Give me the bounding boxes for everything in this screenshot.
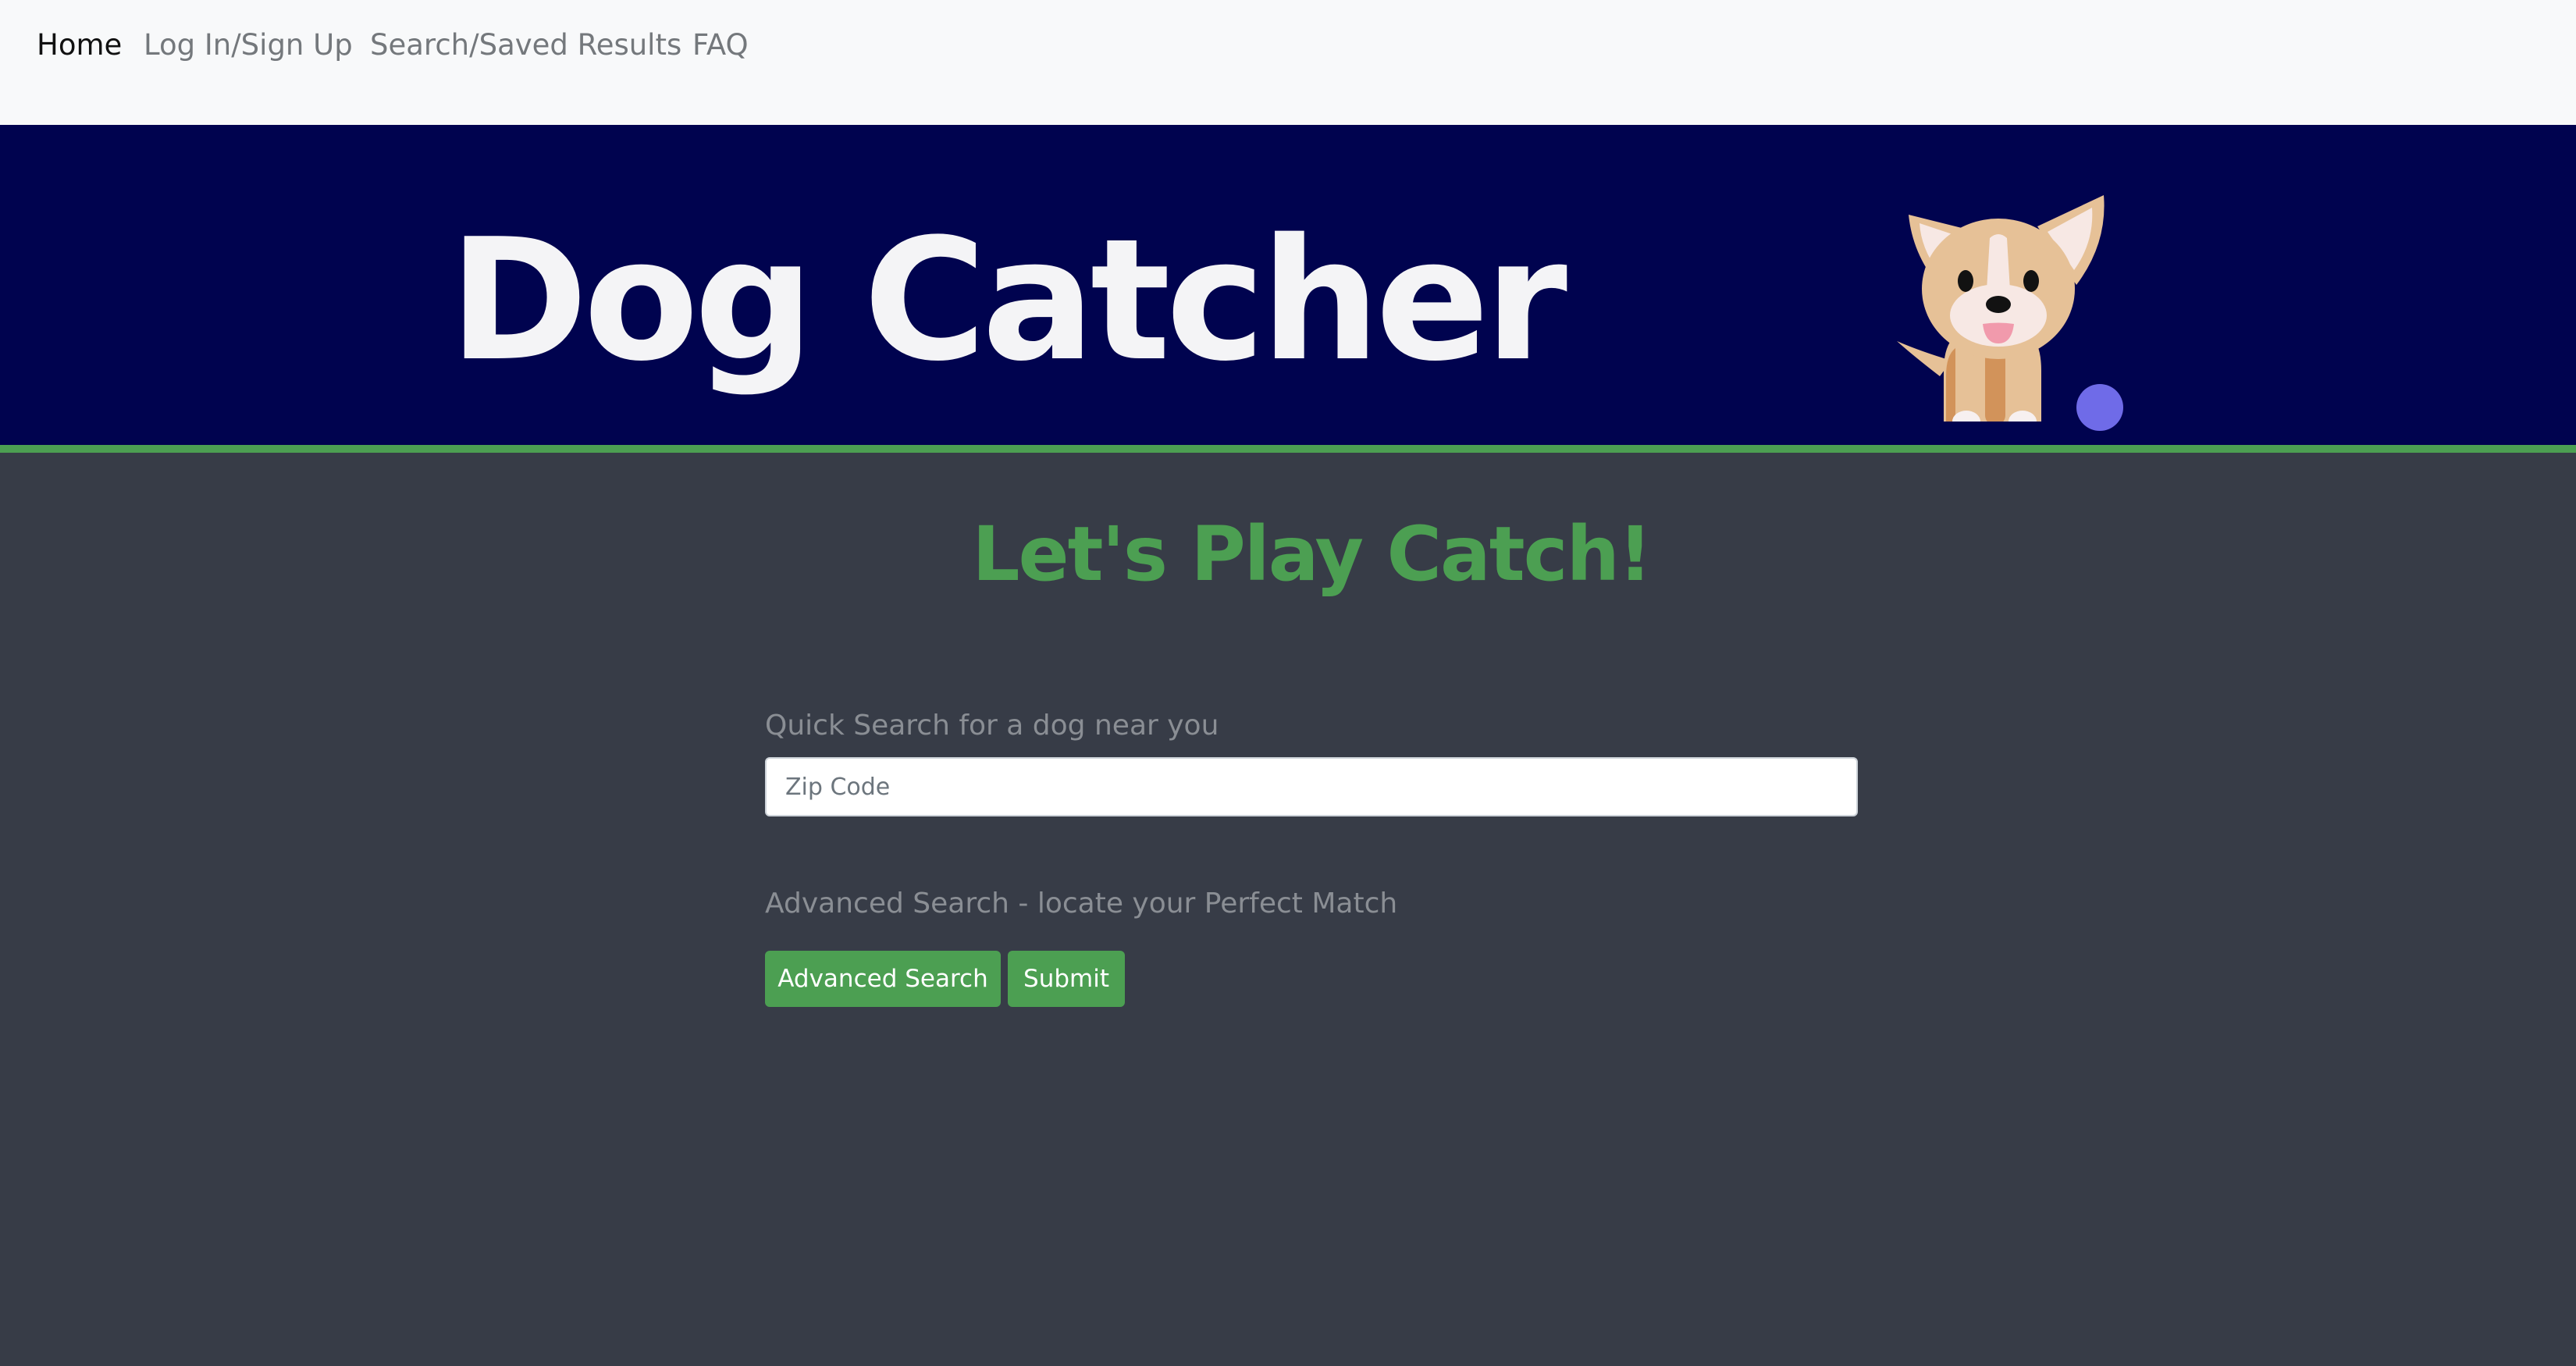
quick-search-label: Quick Search for a dog near you <box>765 710 1219 742</box>
hero-banner: Dog Catcher <box>0 125 2576 445</box>
ball-icon <box>2076 384 2123 431</box>
page-headline: Let's Play Catch! <box>972 510 1652 598</box>
banner-divider <box>0 445 2576 453</box>
zip-code-input[interactable] <box>765 757 1858 816</box>
nav-home-link[interactable]: Home <box>37 23 122 67</box>
site-title: Dog Catcher <box>449 202 1567 398</box>
nav-faq-link[interactable]: FAQ <box>692 23 749 67</box>
nav-login-signup-link[interactable]: Log In/Sign Up <box>144 23 353 67</box>
nav-search-saved-results-link[interactable]: Search/Saved Results <box>370 23 681 67</box>
advanced-search-label: Advanced Search - locate your Perfect Ma… <box>765 888 1398 920</box>
advanced-search-button[interactable]: Advanced Search <box>765 951 1001 1007</box>
top-navbar: Home Log In/Sign Up Search/Saved Results… <box>0 0 2576 125</box>
dog-icon <box>1897 195 2105 422</box>
submit-button[interactable]: Submit <box>1008 951 1125 1007</box>
